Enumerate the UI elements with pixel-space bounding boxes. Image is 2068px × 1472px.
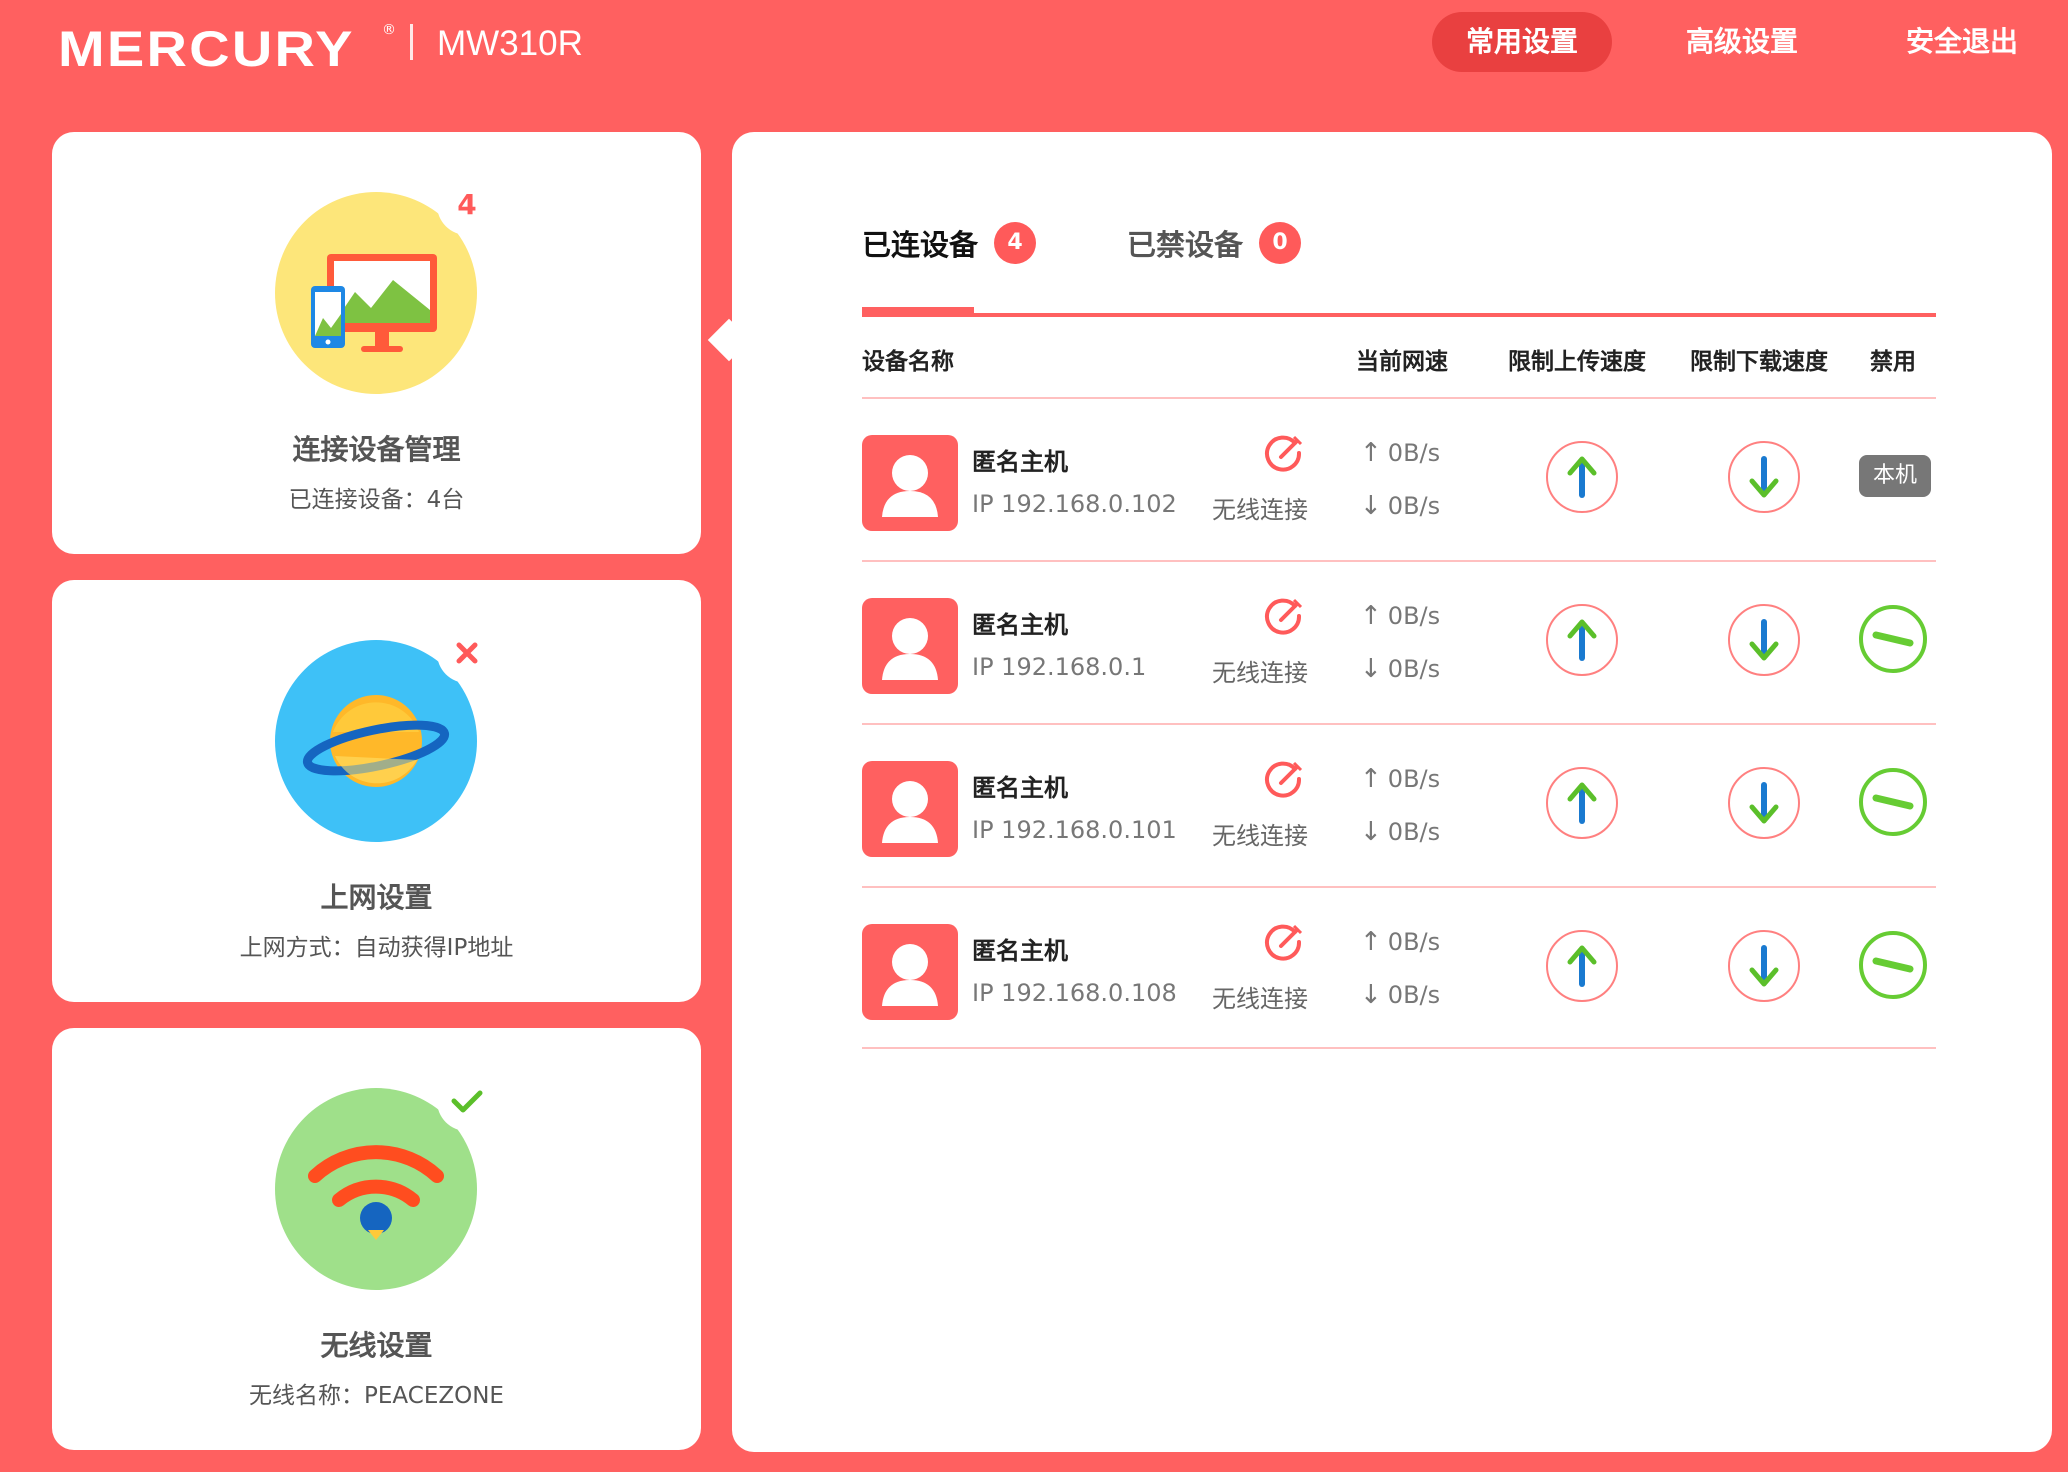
device-panel: 已连设备 4 已禁设备 0 设备名称 当前网速 限制上传速度 限制下载速度 禁用 匿… — [732, 132, 2052, 1452]
device-name: 匿名主机 — [972, 611, 1068, 639]
col-device-name: 设备名称 — [862, 349, 954, 375]
tab-blocked-devices[interactable]: 已禁设备 0 — [1127, 222, 1302, 264]
this-device-badge: 本机 — [1859, 455, 1931, 497]
connection-type: 无线连接 — [1212, 659, 1308, 687]
upload-limit-button[interactable] — [1544, 928, 1620, 1004]
user-avatar-icon — [862, 924, 958, 1020]
upload-limit-button[interactable] — [1544, 765, 1620, 841]
edit-icon[interactable] — [1261, 920, 1307, 966]
check-icon — [437, 1071, 497, 1131]
table-row: 匿名主机 IP 192.168.0.1 无线连接 ↑ 0B/s ↓ 0B/s — [732, 561, 2052, 723]
upload-speed: ↑ 0B/s — [1360, 601, 1441, 631]
download-limit-button[interactable] — [1726, 765, 1802, 841]
device-ip: IP 192.168.0.101 — [972, 816, 1177, 844]
device-ip: IP 192.168.0.102 — [972, 490, 1177, 518]
nav-advanced-settings[interactable]: 高级设置 — [1652, 12, 1832, 72]
up-arrow-icon: ↑ — [1360, 438, 1382, 468]
model-name: MW310R — [437, 24, 583, 63]
card-title: 连接设备管理 — [292, 433, 461, 466]
device-name: 匿名主机 — [972, 774, 1068, 802]
download-limit-button[interactable] — [1726, 602, 1802, 678]
tab-count-badge: 4 — [994, 222, 1037, 264]
download-limit-button[interactable] — [1726, 439, 1802, 515]
up-arrow-icon: ↑ — [1360, 927, 1382, 957]
down-arrow-icon: ↓ — [1360, 654, 1382, 684]
down-arrow-icon: ↓ — [1360, 980, 1382, 1010]
tab-label: 已连设备 — [862, 228, 979, 262]
upload-speed: ↑ 0B/s — [1360, 764, 1441, 794]
card-subtitle: 已连接设备：4台 — [288, 487, 465, 513]
table-row: 匿名主机 IP 192.168.0.101 无线连接 ↑ 0B/s ↓ 0B/s — [732, 724, 2052, 886]
col-download-limit: 限制下载速度 — [1690, 349, 1828, 375]
device-name: 匿名主机 — [972, 937, 1068, 965]
download-speed: ↓ 0B/s — [1360, 980, 1441, 1010]
tab-count-badge: 0 — [1259, 222, 1302, 264]
divider — [862, 1047, 1936, 1049]
registered-mark: ® — [382, 22, 396, 38]
download-speed: ↓ 0B/s — [1360, 491, 1441, 521]
connection-type: 无线连接 — [1212, 985, 1308, 1013]
upload-limit-button[interactable] — [1544, 602, 1620, 678]
device-name: 匿名主机 — [972, 448, 1068, 476]
card-subtitle: 上网方式：自动获得IP地址 — [239, 935, 514, 961]
col-upload-limit: 限制上传速度 — [1508, 349, 1646, 375]
up-arrow-icon: ↑ — [1360, 601, 1382, 631]
col-block: 禁用 — [1870, 349, 1916, 375]
user-avatar-icon — [862, 435, 958, 531]
col-current-speed: 当前网速 — [1356, 349, 1448, 375]
tab-label: 已禁设备 — [1127, 228, 1244, 262]
upload-speed: ↑ 0B/s — [1360, 438, 1441, 468]
up-arrow-icon: ↑ — [1360, 764, 1382, 794]
card-device-management[interactable]: 4 连接设备管理 已连接设备：4台 — [52, 132, 701, 554]
tab-connected-devices[interactable]: 已连设备 4 — [862, 222, 1037, 264]
user-avatar-icon — [862, 761, 958, 857]
mercury-logo: MERCURY — [58, 21, 355, 77]
error-x-icon — [437, 623, 497, 683]
download-limit-button[interactable] — [1726, 928, 1802, 1004]
card-title: 无线设置 — [320, 1329, 433, 1362]
card-internet-settings[interactable]: 上网设置 上网方式：自动获得IP地址 — [52, 580, 701, 1002]
upload-speed: ↑ 0B/s — [1360, 927, 1441, 957]
user-avatar-icon — [862, 598, 958, 694]
download-speed: ↓ 0B/s — [1360, 817, 1441, 847]
device-ip: IP 192.168.0.1 — [972, 653, 1147, 681]
block-device-button[interactable] — [1858, 767, 1928, 837]
tab-underline — [862, 313, 1936, 317]
block-device-button[interactable] — [1858, 604, 1928, 674]
edit-icon[interactable] — [1261, 594, 1307, 640]
down-arrow-icon: ↓ — [1360, 491, 1382, 521]
nav-common-settings[interactable]: 常用设置 — [1432, 12, 1612, 72]
connection-type: 无线连接 — [1212, 496, 1308, 524]
tab-active-indicator — [862, 307, 974, 317]
block-device-button[interactable] — [1858, 930, 1928, 1000]
logo-divider — [410, 24, 413, 60]
edit-icon[interactable] — [1261, 757, 1307, 803]
down-arrow-icon: ↓ — [1360, 817, 1382, 847]
table-row: 匿名主机 IP 192.168.0.108 无线连接 ↑ 0B/s ↓ 0B/s — [732, 887, 2052, 1049]
edit-icon[interactable] — [1261, 431, 1307, 477]
upload-limit-button[interactable] — [1544, 439, 1620, 515]
download-speed: ↓ 0B/s — [1360, 654, 1441, 684]
card-subtitle: 无线名称：PEACEZONE — [249, 1383, 504, 1409]
device-ip: IP 192.168.0.108 — [972, 979, 1177, 1007]
table-row: 匿名主机 IP 192.168.0.102 无线连接 ↑ 0B/s ↓ 0B/s 本… — [732, 398, 2052, 560]
card-wireless-settings[interactable]: 无线设置 无线名称：PEACEZONE — [52, 1028, 701, 1450]
connection-type: 无线连接 — [1212, 822, 1308, 850]
card-title: 上网设置 — [320, 881, 433, 914]
nav-logout[interactable]: 安全退出 — [1872, 12, 2052, 72]
device-count-badge: 4 — [437, 175, 497, 235]
